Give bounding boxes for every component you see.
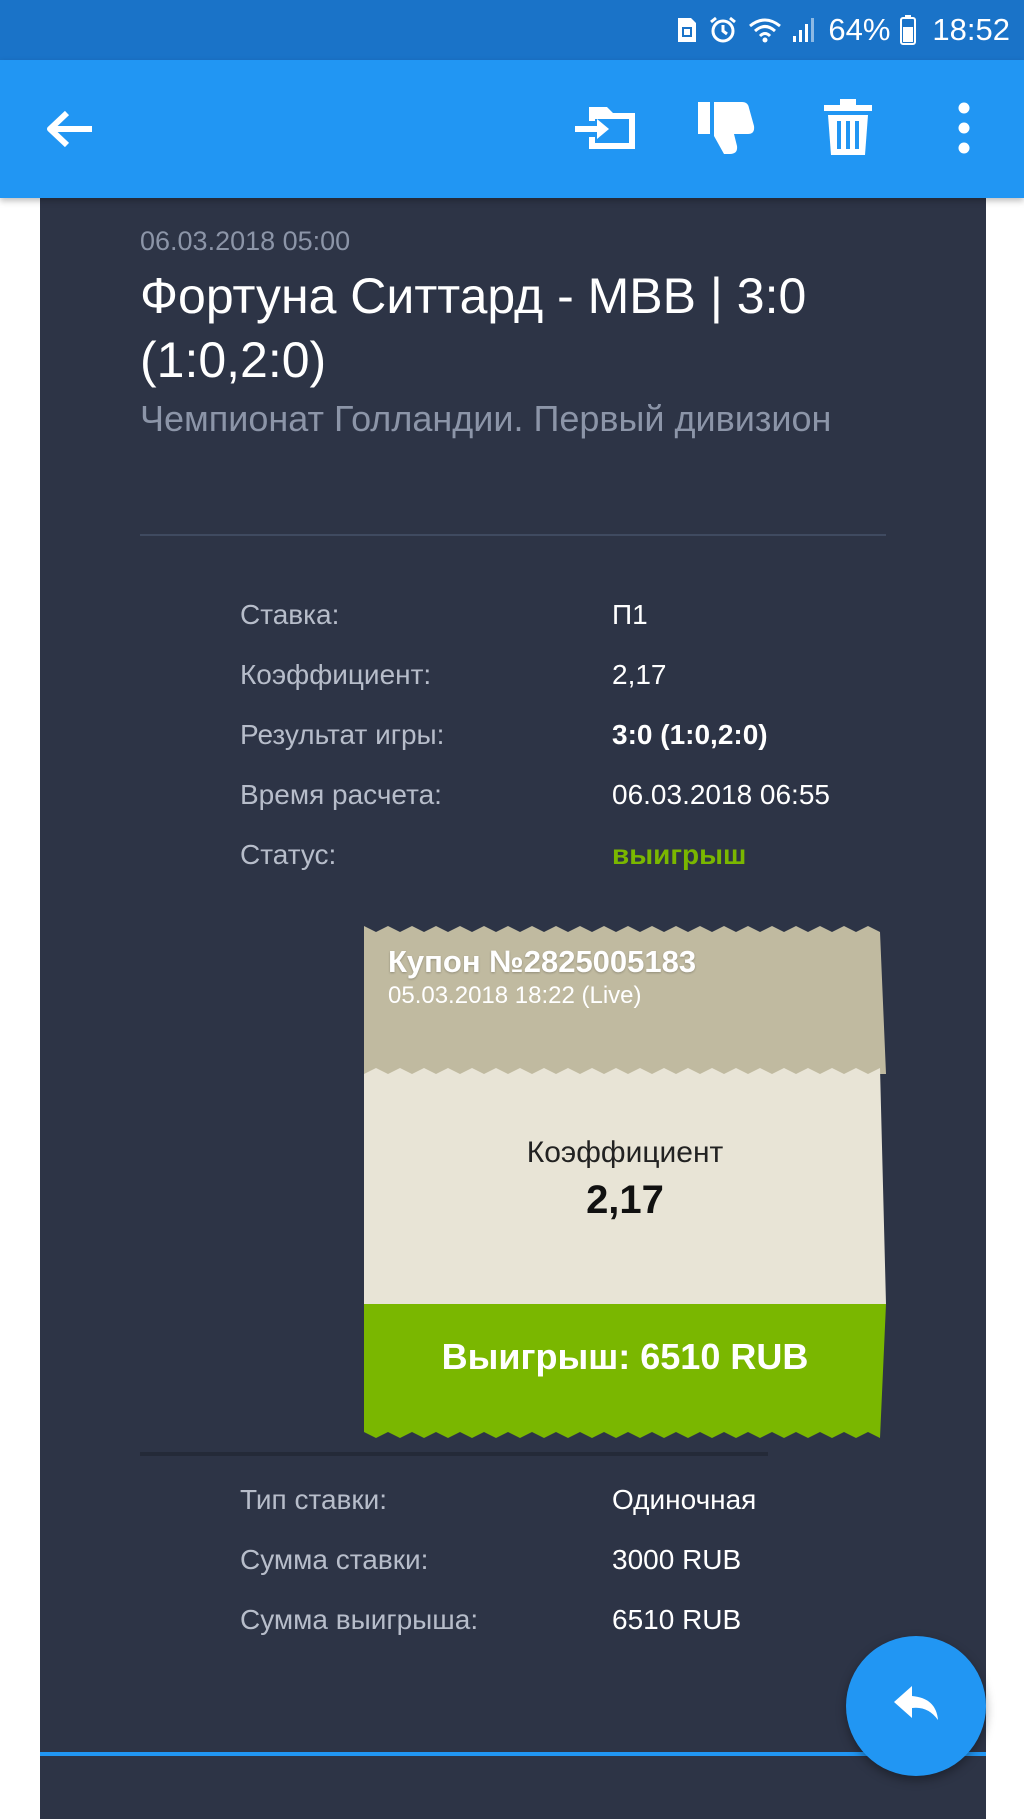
more-vert-icon <box>957 102 971 159</box>
detail-label: Статус: <box>240 839 337 870</box>
summary-value: 6510 RUB <box>612 1604 742 1635</box>
summary-value: 3000 RUB <box>612 1544 742 1575</box>
bet-details: Ставка: П1 Коэффициент: 2,17 Результат и… <box>240 600 860 900</box>
detail-label: Результат игры: <box>240 719 445 750</box>
status-value: выигрыш <box>612 839 747 870</box>
export-button[interactable] <box>570 98 642 162</box>
summary-row-type: Тип ставки: Одиночная <box>240 1485 860 1545</box>
battery-icon <box>900 15 917 45</box>
detail-row-status: Статус: выигрыш <box>240 840 860 900</box>
reply-button[interactable] <box>846 1636 986 1776</box>
detail-value: П1 <box>612 599 648 630</box>
trash-icon <box>822 98 874 162</box>
dislike-button[interactable] <box>690 98 762 162</box>
back-arrow-icon <box>45 109 95 154</box>
detail-row-settle-time: Время расчета: 06.03.2018 06:55 <box>240 780 860 840</box>
delete-button[interactable] <box>812 98 884 162</box>
coupon-date: 05.03.2018 18:22 (Live) <box>388 982 642 1009</box>
card-bottom-accent <box>40 1752 986 1756</box>
bet-card: 06.03.2018 05:00 Фортуна Ситтард - МВВ |… <box>40 198 986 1819</box>
bet-summary: Тип ставки: Одиночная Сумма ставки: 3000… <box>240 1485 860 1665</box>
coupon-ticket: Купон №2825005183 05.03.2018 18:22 (Live… <box>364 924 886 1440</box>
battery-percent: 64% <box>828 12 891 47</box>
summary-label: Сумма выигрыша: <box>240 1604 479 1635</box>
sim-icon <box>676 16 698 44</box>
divider <box>140 1452 768 1456</box>
detail-value: 2,17 <box>612 659 667 690</box>
summary-label: Сумма ставки: <box>240 1544 429 1575</box>
reply-icon <box>892 1684 940 1729</box>
coupon-win-amount: Выигрыш: 6510 RUB <box>441 1336 809 1377</box>
wifi-icon <box>748 16 782 44</box>
event-date: 06.03.2018 05:00 <box>140 226 351 256</box>
detail-value: 06.03.2018 06:55 <box>612 779 830 810</box>
export-icon <box>573 103 639 158</box>
detail-label: Коэффициент: <box>240 659 432 690</box>
detail-row-bet: Ставка: П1 <box>240 600 860 660</box>
summary-value: Одиночная <box>612 1484 757 1515</box>
back-button[interactable] <box>42 106 98 156</box>
thumbs-down-icon <box>694 98 758 163</box>
detail-row-result: Результат игры: 3:0 (1:0,2:0) <box>240 720 860 780</box>
detail-label: Ставка: <box>240 599 340 630</box>
detail-row-coefficient: Коэффициент: 2,17 <box>240 660 860 720</box>
summary-row-stake: Сумма ставки: 3000 RUB <box>240 1545 860 1605</box>
summary-label: Тип ставки: <box>240 1484 388 1515</box>
coupon-coefficient-value: 2,17 <box>586 1178 664 1222</box>
detail-value: 3:0 (1:0,2:0) <box>612 719 768 750</box>
more-options-button[interactable] <box>928 98 1000 162</box>
status-bar: 64% 18:52 <box>0 0 1024 60</box>
alarm-icon <box>708 15 738 45</box>
app-bar <box>0 60 1024 198</box>
event-league: Чемпионат Голландии. Первый дивизион <box>140 398 832 439</box>
event-title: Фортуна Ситтард - МВВ | 3:0 (1:0,2:0) <box>140 268 807 388</box>
summary-row-winnings: Сумма выигрыша: 6510 RUB <box>240 1605 860 1665</box>
status-time: 18:52 <box>932 12 1010 47</box>
status-icons: 64% 18:52 <box>676 0 1010 60</box>
signal-icon <box>792 16 815 44</box>
coupon-number: Купон №2825005183 <box>388 944 697 979</box>
detail-label: Время расчета: <box>240 779 442 810</box>
coupon-coefficient-label: Коэффициент <box>526 1136 724 1169</box>
divider <box>140 534 886 536</box>
